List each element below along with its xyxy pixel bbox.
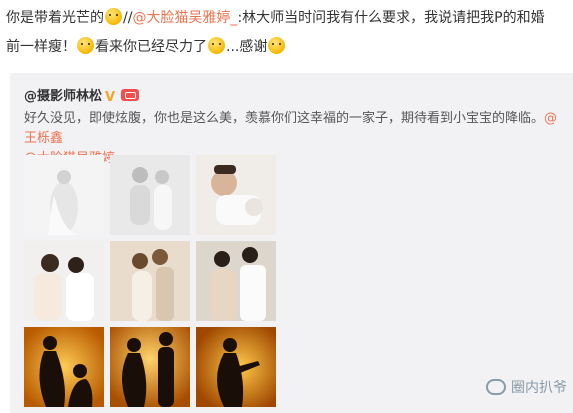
smile-emoji-icon <box>77 37 94 54</box>
post-text: 你是带着光芒的//@大脸猫吴雅婷_:林大师当时问我有什么要求，我说请把我P的和婚… <box>6 4 566 62</box>
wechat-icon <box>486 379 506 395</box>
post-text-part: ...感谢 <box>226 39 268 55</box>
photo-thumbnail[interactable] <box>110 241 190 321</box>
watermark: 圈内扒爷 <box>486 377 567 397</box>
quoted-post: @摄影师林松 V 好久没见，即使炫腹，你也是这么美，羡慕你们这幸福的一家子，期待看… <box>10 73 573 413</box>
watermark-text: 圈内扒爷 <box>511 380 567 396</box>
post-text-part: 前一样瘦！ <box>6 39 76 55</box>
post-text-part: :林大师当时问我有什么要求，我说请把我P的和婚 <box>237 10 545 26</box>
quoted-text: 好久没见，即使炫腹，你也是这么美，羡慕你们这幸福的一家子，期待看到小宝宝的降临。… <box>24 109 564 169</box>
shy-emoji-icon <box>105 8 122 25</box>
quoted-author: @摄影师林松 V <box>24 85 140 105</box>
post-text-part: 你是带着光芒的 <box>6 10 104 26</box>
verified-v-icon: V <box>105 90 116 105</box>
photo-thumbnail[interactable] <box>196 327 276 407</box>
post-text-part: 看来你已经尽力了 <box>95 39 207 55</box>
photo-thumbnail[interactable] <box>196 155 276 235</box>
quoted-text-body: 好久没见，即使炫腹，你也是这么美，羡慕你们这幸福的一家子，期待看到小宝宝的降临。 <box>24 111 545 126</box>
photo-thumbnail[interactable] <box>110 155 190 235</box>
wink-emoji-icon <box>268 37 286 54</box>
photo-thumbnail[interactable] <box>24 155 104 235</box>
member-badge-icon <box>121 89 140 101</box>
author-link[interactable]: @摄影师林松 <box>24 89 102 104</box>
mention-link[interactable]: @大脸猫吴雅婷_ <box>132 10 237 26</box>
photo-thumbnail[interactable] <box>196 241 276 321</box>
photo-thumbnail[interactable] <box>24 241 104 321</box>
photo-thumbnail[interactable] <box>24 327 104 407</box>
photo-thumbnail[interactable] <box>110 327 190 407</box>
laugh-cry-emoji-icon <box>208 37 225 54</box>
